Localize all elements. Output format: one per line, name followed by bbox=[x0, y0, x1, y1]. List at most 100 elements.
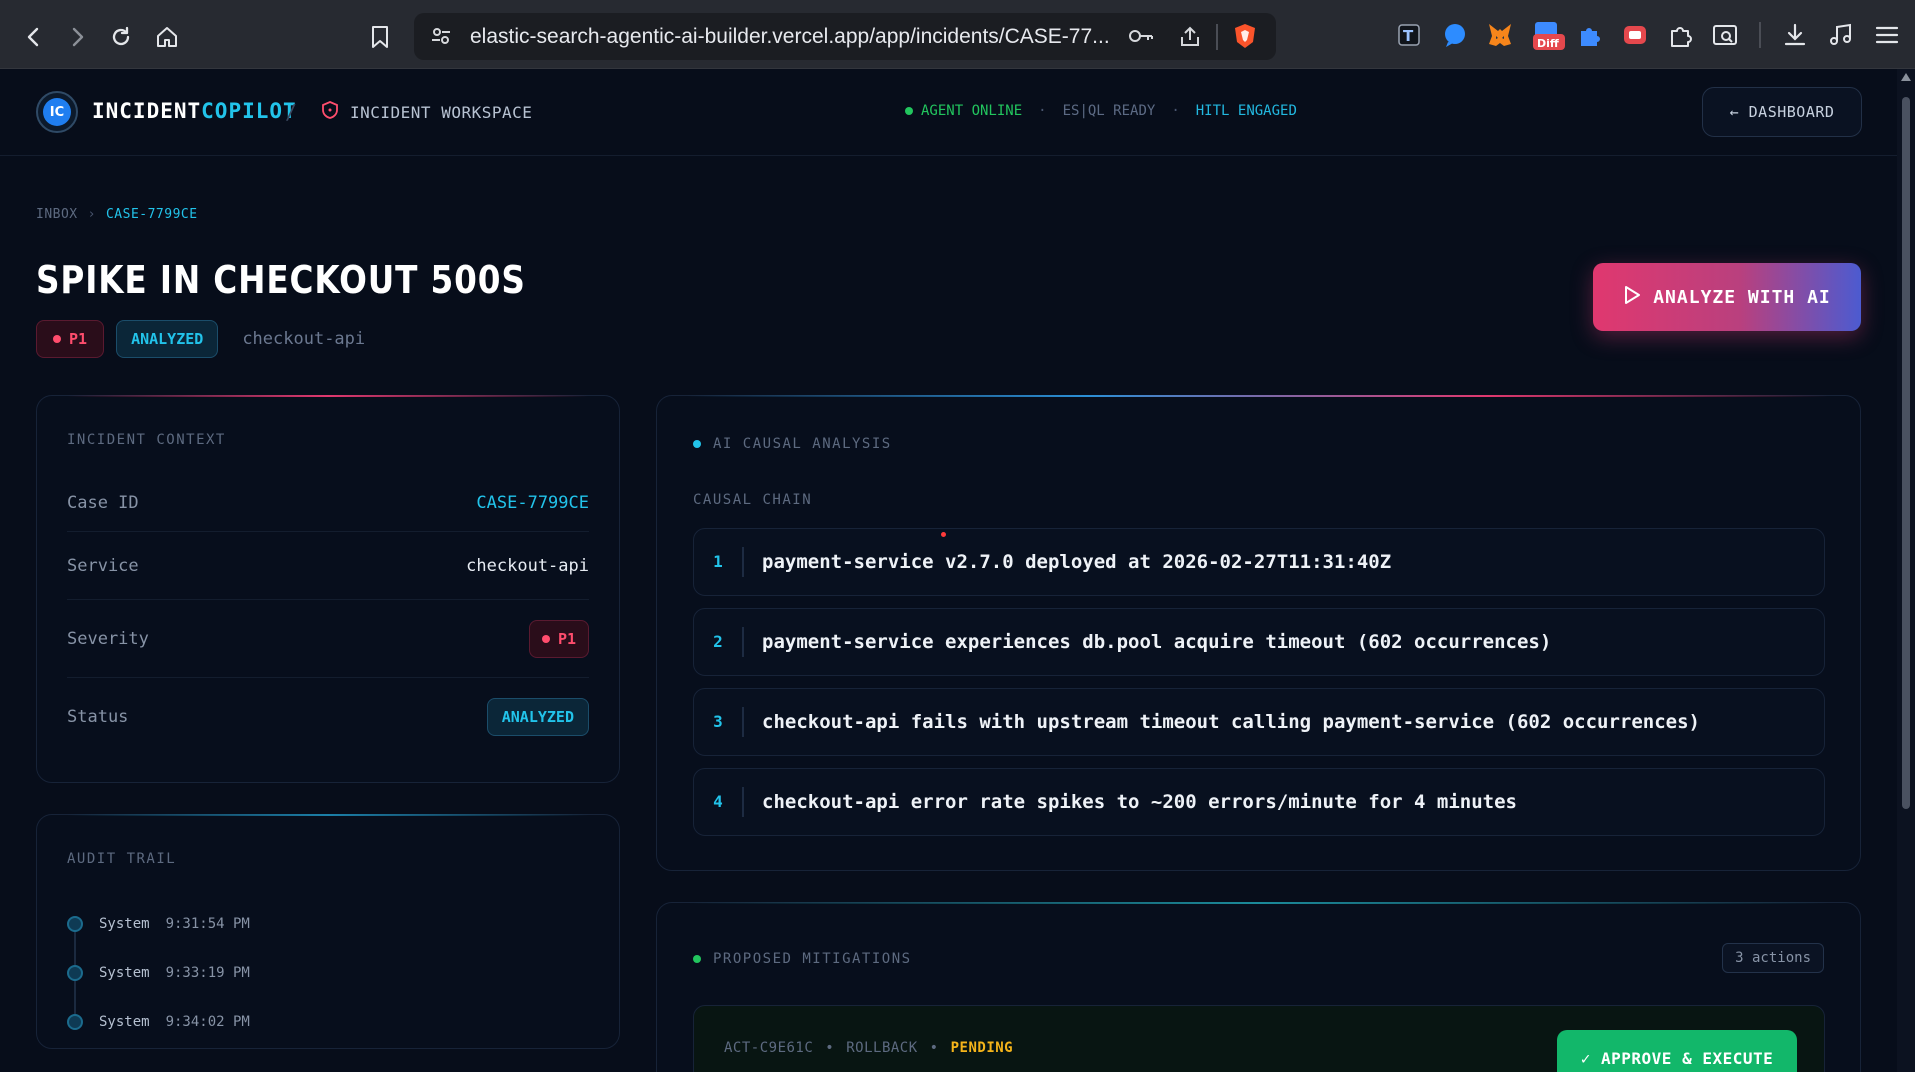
share-icon[interactable] bbox=[1178, 25, 1202, 49]
step-text: checkout-api error rate spikes to ~200 e… bbox=[762, 791, 1517, 813]
severity-dot-icon bbox=[541, 634, 550, 643]
audit-time: 9:31:54 PM bbox=[165, 915, 250, 932]
analysis-header: AI CAUSAL ANALYSIS bbox=[693, 436, 892, 452]
breadcrumb: INBOX › CASE-7799CE bbox=[36, 207, 198, 222]
causal-step: 2 payment-service experiences db.pool ac… bbox=[693, 608, 1825, 676]
mitigation-dot-icon bbox=[693, 955, 701, 963]
timeline-node-icon bbox=[67, 964, 83, 981]
audit-entry: System 9:33:19 PM bbox=[67, 948, 250, 997]
context-key: Case ID bbox=[67, 492, 139, 513]
status-separator: · bbox=[1038, 103, 1047, 119]
audit-actor: System bbox=[99, 1013, 150, 1030]
step-text: payment-service experiences db.pool acqu… bbox=[762, 631, 1552, 653]
status-badge: ANALYZED bbox=[486, 698, 589, 736]
incident-context-card: INCIDENT CONTEXT Case ID CASE-7799CE Ser… bbox=[36, 395, 620, 783]
site-settings-icon[interactable] bbox=[430, 25, 452, 47]
mitigations-card: PROPOSED MITIGATIONS 3 actions ACT-C9E61… bbox=[656, 902, 1861, 1072]
causal-analysis-card: AI CAUSAL ANALYSIS CAUSAL CHAIN 1 paymen… bbox=[656, 395, 1861, 871]
meta-separator: • bbox=[929, 1040, 939, 1056]
action-id: ACT-C9E61C bbox=[724, 1040, 814, 1056]
chat-extension-icon[interactable] bbox=[1440, 20, 1470, 50]
step-number: 4 bbox=[694, 787, 744, 817]
workspace-label: INCIDENT WORKSPACE bbox=[322, 101, 532, 123]
back-icon[interactable] bbox=[15, 18, 53, 56]
divider bbox=[1759, 22, 1761, 48]
causal-chain-label: CAUSAL CHAIN bbox=[693, 492, 813, 508]
scrollbar-thumb[interactable] bbox=[1902, 97, 1910, 809]
service-tag: checkout-api bbox=[242, 329, 366, 349]
app-header: IC INCIDENTCOPILOT / INCIDENT WORKSPACE … bbox=[0, 69, 1897, 156]
brave-shield-icon[interactable] bbox=[1232, 22, 1258, 50]
brand-name[interactable]: INCIDENTCOPILOT bbox=[92, 99, 297, 123]
home-icon[interactable] bbox=[148, 18, 186, 56]
analysis-label: AI CAUSAL ANALYSIS bbox=[713, 436, 892, 452]
metamask-icon[interactable] bbox=[1485, 20, 1515, 50]
vertical-scrollbar[interactable] bbox=[1897, 69, 1915, 1072]
service-value: checkout-api bbox=[466, 555, 589, 576]
step-number: 1 bbox=[694, 547, 744, 577]
dashboard-button[interactable]: ← DASHBOARD bbox=[1702, 87, 1862, 137]
download-icon[interactable] bbox=[1780, 20, 1810, 50]
chevron-right-icon: › bbox=[87, 207, 96, 222]
approve-execute-button[interactable]: ✓ APPROVE & EXECUTE bbox=[1557, 1030, 1797, 1072]
browser-toolbar: elastic-search-agentic-ai-builder.vercel… bbox=[0, 0, 1915, 69]
extensions-icon[interactable] bbox=[1665, 20, 1695, 50]
status-badge: ANALYZED bbox=[116, 320, 219, 358]
timeline-node-icon bbox=[67, 1013, 83, 1030]
hitl-status: HITL ENGAGED bbox=[1195, 103, 1297, 119]
diff-extension-icon[interactable]: Diff bbox=[1530, 20, 1566, 50]
causal-step: 3 checkout-api fails with upstream timeo… bbox=[693, 688, 1825, 756]
audit-actor: System bbox=[99, 915, 150, 932]
workspace-text: INCIDENT WORKSPACE bbox=[350, 102, 533, 122]
brand-main: INCIDENT bbox=[92, 99, 202, 123]
action-meta: ACT-C9E61C • ROLLBACK • PENDING bbox=[724, 1040, 1013, 1056]
card-accent-line bbox=[687, 395, 1830, 397]
diff-badge-text: Diff bbox=[1537, 37, 1559, 50]
analyze-label: ANALYZE WITH AI bbox=[1653, 286, 1831, 308]
analyze-with-ai-button[interactable]: ANALYZE WITH AI bbox=[1593, 263, 1861, 331]
brand-accent: COPILOT bbox=[201, 99, 297, 123]
scroll-up-icon[interactable] bbox=[1901, 73, 1911, 81]
step-text: checkout-api fails with upstream timeout… bbox=[762, 711, 1700, 733]
context-label: INCIDENT CONTEXT bbox=[67, 432, 226, 448]
media-icon[interactable] bbox=[1826, 20, 1856, 50]
reader-mode-icon[interactable] bbox=[1710, 20, 1740, 50]
step-number: 2 bbox=[694, 627, 744, 657]
header-separator: / bbox=[285, 100, 298, 124]
forward-icon[interactable] bbox=[58, 18, 96, 56]
timeline-node-icon bbox=[67, 915, 83, 932]
bookmark-icon[interactable] bbox=[361, 18, 399, 56]
divider bbox=[1216, 24, 1218, 50]
mitigations-header: PROPOSED MITIGATIONS bbox=[693, 951, 912, 967]
play-icon bbox=[1623, 285, 1641, 310]
context-key: Status bbox=[67, 707, 129, 727]
reload-icon[interactable] bbox=[102, 18, 140, 56]
url-text[interactable]: elastic-search-agentic-ai-builder.vercel… bbox=[470, 25, 1110, 49]
audit-entry: System 9:31:54 PM bbox=[67, 899, 250, 948]
causal-step: 4 checkout-api error rate spikes to ~200… bbox=[693, 768, 1825, 836]
audit-label: AUDIT TRAIL bbox=[67, 851, 177, 867]
mitigations-label: PROPOSED MITIGATIONS bbox=[713, 951, 912, 967]
agent-status: AGENT ONLINE · ES|QL READY · HITL ENGAGE… bbox=[905, 103, 1297, 119]
severity-dot-icon bbox=[53, 335, 61, 343]
address-bar[interactable]: elastic-search-agentic-ai-builder.vercel… bbox=[414, 13, 1276, 60]
translate-extension-icon[interactable]: T bbox=[1395, 20, 1425, 50]
audit-list: System 9:31:54 PM System 9:33:19 PM System… bbox=[67, 899, 250, 1046]
audit-time: 9:34:02 PM bbox=[165, 1013, 250, 1030]
analysis-dot-icon bbox=[693, 440, 701, 448]
mitigation-action: ACT-C9E61C • ROLLBACK • PENDING ✓ APPROV… bbox=[693, 1005, 1825, 1072]
breadcrumb-inbox[interactable]: INBOX bbox=[36, 207, 78, 222]
context-row-service: Service checkout-api bbox=[67, 532, 589, 600]
case-id-value[interactable]: CASE-7799CE bbox=[476, 493, 589, 513]
online-dot-icon bbox=[905, 107, 913, 115]
record-extension-icon[interactable] bbox=[1620, 20, 1650, 50]
causal-step: 1 payment-service v2.7.0 deployed at 202… bbox=[693, 528, 1825, 596]
app-logo[interactable]: IC bbox=[36, 91, 78, 133]
esql-status: ES|QL READY bbox=[1062, 103, 1156, 119]
puzzle-extension-icon[interactable] bbox=[1575, 20, 1605, 50]
agent-online-text: AGENT ONLINE bbox=[921, 103, 1023, 119]
key-icon[interactable] bbox=[1128, 25, 1154, 47]
agent-online-status: AGENT ONLINE bbox=[905, 103, 1022, 119]
menu-icon[interactable] bbox=[1872, 20, 1902, 50]
context-key: Service bbox=[67, 555, 139, 576]
